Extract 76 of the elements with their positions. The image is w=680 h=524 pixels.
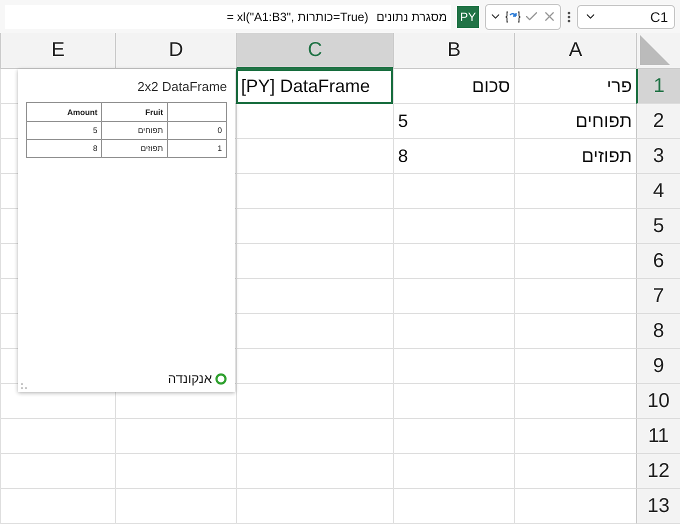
empty-cell[interactable] bbox=[236, 279, 393, 314]
empty-cell[interactable] bbox=[393, 314, 514, 349]
empty-cell[interactable] bbox=[0, 454, 115, 489]
table-cell: 8 bbox=[26, 140, 102, 158]
empty-cell[interactable] bbox=[115, 489, 236, 524]
empty-cell[interactable] bbox=[0, 419, 115, 454]
column-header[interactable]: B bbox=[393, 33, 514, 69]
column-header[interactable]: D bbox=[115, 33, 236, 69]
row-header[interactable]: 1 bbox=[636, 69, 680, 104]
table-cell: 5 bbox=[26, 122, 102, 140]
table-cell: תפוזים bbox=[514, 139, 636, 174]
table-cell: 1 bbox=[168, 140, 226, 158]
row-header[interactable]: 8 bbox=[636, 314, 680, 349]
empty-cell[interactable] bbox=[236, 384, 393, 419]
more-icon[interactable] bbox=[567, 10, 571, 24]
row-header[interactable]: 6 bbox=[636, 244, 680, 279]
row-header[interactable]: 3 bbox=[636, 139, 680, 174]
table-cell: 0 bbox=[168, 122, 226, 140]
empty-cell[interactable] bbox=[393, 454, 514, 489]
column-header[interactable]: A bbox=[514, 33, 636, 69]
python-mode-icon[interactable] bbox=[505, 10, 521, 24]
empty-cell[interactable] bbox=[393, 244, 514, 279]
table-cell: תפוחים bbox=[514, 104, 636, 139]
empty-cell[interactable] bbox=[115, 454, 236, 489]
empty-cell[interactable] bbox=[115, 419, 236, 454]
table-cell: 8 bbox=[393, 139, 514, 174]
row-header[interactable]: 9 bbox=[636, 349, 680, 384]
row-header[interactable]: 2 bbox=[636, 104, 680, 139]
formula-label: מסגרת נתונים bbox=[376, 10, 447, 24]
table-cell: סכום bbox=[393, 69, 514, 104]
ring-icon bbox=[215, 372, 227, 384]
empty-cell[interactable] bbox=[236, 209, 393, 244]
row-header[interactable]: 5 bbox=[636, 209, 680, 244]
name-box[interactable]: C1 bbox=[577, 4, 675, 28]
table-cell: תפוחים bbox=[102, 122, 168, 140]
table-cell: תפוזים bbox=[102, 140, 168, 158]
empty-cell[interactable] bbox=[393, 174, 514, 209]
empty-cell[interactable] bbox=[236, 244, 393, 279]
empty-cell[interactable] bbox=[236, 489, 393, 524]
formula-field[interactable]: מסגרת נתונים = xl("A1:B3", כותרות=True) bbox=[5, 4, 451, 28]
empty-cell[interactable] bbox=[236, 349, 393, 384]
empty-cell[interactable] bbox=[393, 384, 514, 419]
empty-cell[interactable] bbox=[236, 454, 393, 489]
row-header[interactable]: 4 bbox=[636, 174, 680, 209]
resize-grip-icon[interactable] bbox=[21, 383, 27, 389]
empty-cell[interactable] bbox=[236, 314, 393, 349]
empty-cell[interactable] bbox=[236, 139, 393, 174]
row-header[interactable]: 13 bbox=[636, 489, 680, 524]
row-header[interactable]: 10 bbox=[636, 384, 680, 419]
select-all-corner[interactable] bbox=[636, 33, 680, 69]
table-cell: פרי bbox=[514, 69, 636, 104]
column-header[interactable]: E bbox=[0, 33, 115, 69]
footer-label: אנקונדה bbox=[168, 371, 212, 386]
table-cell: 5 bbox=[393, 104, 514, 139]
row-header[interactable]: 11 bbox=[636, 419, 680, 454]
empty-cell[interactable] bbox=[236, 104, 393, 139]
row-header[interactable]: 7 bbox=[636, 279, 680, 314]
empty-cell[interactable] bbox=[393, 349, 514, 384]
card-title: 2x2 DataFrame bbox=[136, 79, 227, 94]
empty-cell[interactable] bbox=[393, 489, 514, 524]
python-badge: PY bbox=[456, 6, 479, 28]
table-header: Amount bbox=[26, 102, 102, 122]
empty-cell[interactable] bbox=[393, 209, 514, 244]
python-cell: [PY] DataFrame bbox=[236, 69, 393, 104]
column-header[interactable]: C bbox=[236, 33, 393, 69]
formula-text: = xl("A1:B3", כותרות=True) bbox=[226, 10, 368, 24]
empty-cell[interactable] bbox=[393, 279, 514, 314]
empty-cell[interactable] bbox=[236, 174, 393, 209]
row-header[interactable]: 12 bbox=[636, 454, 680, 489]
empty-cell[interactable] bbox=[0, 489, 115, 524]
cancel-icon[interactable] bbox=[542, 9, 557, 24]
cell-reference: C1 bbox=[650, 8, 668, 24]
empty-cell[interactable] bbox=[393, 419, 514, 454]
table-header bbox=[168, 102, 226, 122]
table-header: Fruit bbox=[102, 102, 168, 122]
empty-cell[interactable] bbox=[236, 419, 393, 454]
